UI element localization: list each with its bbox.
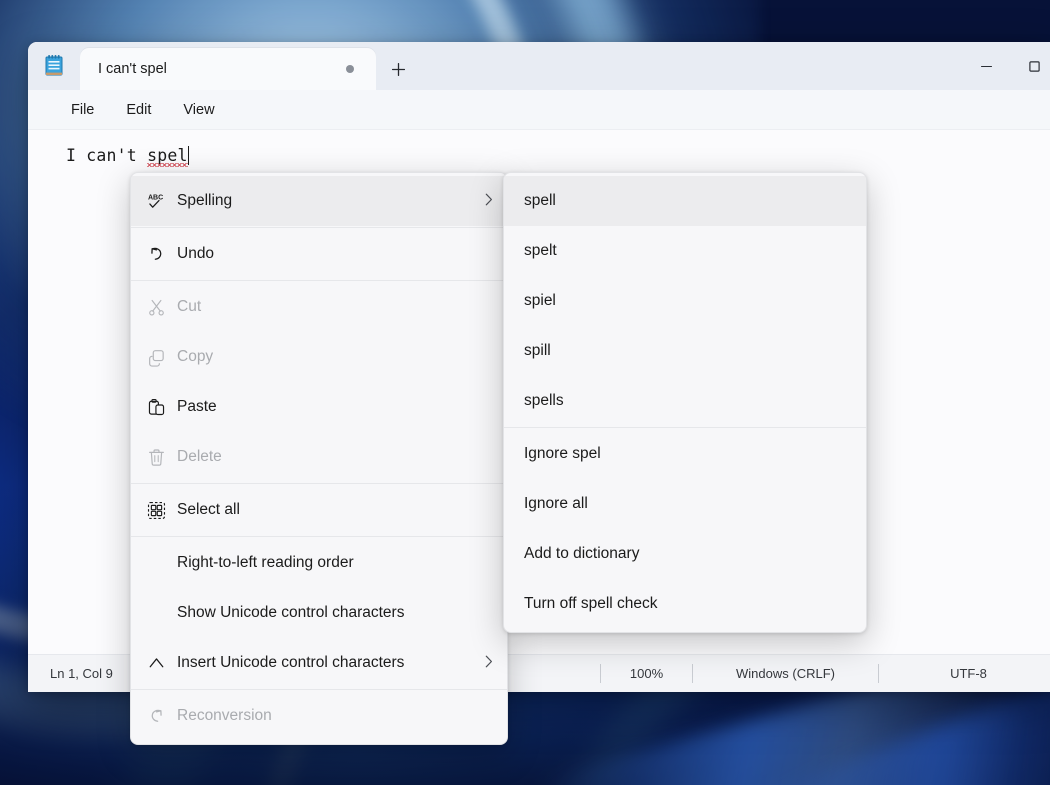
context-menu-item-paste[interactable]: Paste <box>131 382 507 432</box>
window-controls <box>962 42 1050 90</box>
scissors-icon <box>147 298 177 317</box>
context-menu: ABC Spelling Undo Cut Copy Paste Delete … <box>130 172 508 745</box>
editor-line-1: I can't spel <box>66 146 1050 167</box>
context-menu-item-show-unicode-control-characters[interactable]: Show Unicode control characters <box>131 588 507 638</box>
context-menu-item-delete: Delete <box>131 432 507 482</box>
status-encoding[interactable]: UTF-8 <box>878 664 1050 683</box>
text-caret <box>187 146 189 165</box>
unsaved-dot-icon <box>346 65 354 73</box>
status-line-ending[interactable]: Windows (CRLF) <box>692 664 878 683</box>
undo-arrow-icon-glyph <box>151 247 162 260</box>
tab-i-cant-spel[interactable]: I can't spel <box>80 48 376 90</box>
spelling-submenu-label: spell <box>524 192 556 209</box>
minimize-icon <box>980 65 992 67</box>
clipboard-paste-icon-glyph <box>148 398 165 415</box>
context-menu-label: Right-to-left reading order <box>177 554 354 571</box>
tab-label: I can't spel <box>98 61 167 77</box>
spelling-submenu-label: spiel <box>524 292 556 309</box>
copy-icon <box>147 348 177 367</box>
chevron-right-icon <box>485 193 493 209</box>
chevron-right-icon-glyph <box>485 655 492 668</box>
trash-icon <box>147 448 177 467</box>
new-tab-button[interactable] <box>376 48 420 90</box>
maximize-button[interactable] <box>1010 42 1050 90</box>
caret-up-icon-glyph <box>149 657 164 667</box>
spelling-submenu-separator <box>504 427 866 428</box>
context-menu-separator <box>131 483 507 484</box>
context-menu-label: Select all <box>177 501 240 518</box>
spellcheck-abc-icon: ABC <box>147 192 177 211</box>
redo-arrow-icon <box>147 707 177 726</box>
titlebar: I can't spel <box>28 42 1050 90</box>
chevron-right-icon <box>485 655 493 671</box>
tabstrip: I can't spel <box>80 42 420 90</box>
spelling-submenu-label: spill <box>524 342 551 359</box>
spelling-suggestion-spiel[interactable]: spiel <box>504 276 866 326</box>
misspelled-word[interactable]: spel <box>147 146 188 167</box>
spelling-submenu-label: Turn off spell check <box>524 595 658 612</box>
spelling-submenu-item-ignore-spel[interactable]: Ignore spel <box>504 429 866 479</box>
context-menu-item-cut: Cut <box>131 282 507 332</box>
context-menu-label: Spelling <box>177 192 233 209</box>
context-menu-label: Undo <box>177 245 215 262</box>
context-menu-item-select-all[interactable]: Select all <box>131 485 507 535</box>
menubar-item-edit[interactable]: Edit <box>113 97 164 123</box>
context-menu-label: Reconversion <box>177 707 272 724</box>
context-menu-separator <box>131 227 507 228</box>
spelling-suggestion-spells[interactable]: spells <box>504 376 866 426</box>
spelling-submenu-label: spells <box>524 392 564 409</box>
undo-arrow-icon <box>147 245 177 264</box>
spelling-submenu-item-ignore-all[interactable]: Ignore all <box>504 479 866 529</box>
context-menu-item-spelling[interactable]: ABC Spelling <box>131 176 507 226</box>
trash-icon-glyph <box>149 448 164 466</box>
spelling-suggestion-spell[interactable]: spell <box>504 176 866 226</box>
notepad-icon-glyph <box>45 55 63 76</box>
redo-arrow-icon-glyph <box>151 709 162 722</box>
maximize-icon <box>1028 60 1040 72</box>
context-menu-label: Paste <box>177 398 217 415</box>
spelling-submenu-label: spelt <box>524 242 557 259</box>
context-menu-item-insert-unicode-control-characters[interactable]: Insert Unicode control characters <box>131 638 507 688</box>
chevron-right-icon-glyph <box>485 193 492 206</box>
spelling-submenu-label: Ignore spel <box>524 445 601 462</box>
spelling-submenu-label: Add to dictionary <box>524 545 640 562</box>
notepad-icon <box>28 42 80 90</box>
spelling-suggestion-spelt[interactable]: spelt <box>504 226 866 276</box>
scissors-icon-glyph <box>149 299 164 315</box>
context-menu-label: Show Unicode control characters <box>177 604 405 621</box>
editor-text-plain: I can't <box>66 146 148 165</box>
spelling-submenu-item-turn-off-spell-check[interactable]: Turn off spell check <box>504 579 866 629</box>
context-menu-separator <box>131 689 507 690</box>
copy-icon-glyph <box>149 349 164 367</box>
plus-icon <box>391 62 405 76</box>
spelling-submenu: spell spelt spiel spill spells Ignore sp… <box>503 172 867 633</box>
desktop-background: I can't spel File Edit View I can't spel… <box>0 0 1050 785</box>
context-menu-label: Insert Unicode control characters <box>177 654 405 671</box>
menubar: File Edit View <box>28 90 1050 130</box>
context-menu-separator <box>131 536 507 537</box>
context-menu-item-rtl-reading-order[interactable]: Right-to-left reading order <box>131 538 507 588</box>
svg-text:ABC: ABC <box>148 194 163 201</box>
context-menu-label: Delete <box>177 448 222 465</box>
select-all-icon <box>147 501 177 520</box>
context-menu-item-reconversion: Reconversion <box>131 691 507 741</box>
menubar-item-file[interactable]: File <box>58 97 107 123</box>
spelling-submenu-item-add-to-dictionary[interactable]: Add to dictionary <box>504 529 866 579</box>
spellcheck-abc-icon-glyph: ABC <box>148 194 163 208</box>
minimize-button[interactable] <box>962 42 1010 90</box>
context-menu-label: Copy <box>177 348 214 365</box>
context-menu-separator <box>131 280 507 281</box>
select-all-icon-glyph <box>147 501 166 519</box>
clipboard-paste-icon <box>147 398 177 417</box>
status-zoom[interactable]: 100% <box>600 664 692 683</box>
context-menu-item-undo[interactable]: Undo <box>131 229 507 279</box>
spelling-submenu-label: Ignore all <box>524 495 588 512</box>
context-menu-item-copy: Copy <box>131 332 507 382</box>
caret-up-icon <box>147 654 177 673</box>
status-right-group: 100% Windows (CRLF) UTF-8 <box>600 655 1050 692</box>
spelling-suggestion-spill[interactable]: spill <box>504 326 866 376</box>
context-menu-label: Cut <box>177 298 202 315</box>
menubar-item-view[interactable]: View <box>170 97 227 123</box>
